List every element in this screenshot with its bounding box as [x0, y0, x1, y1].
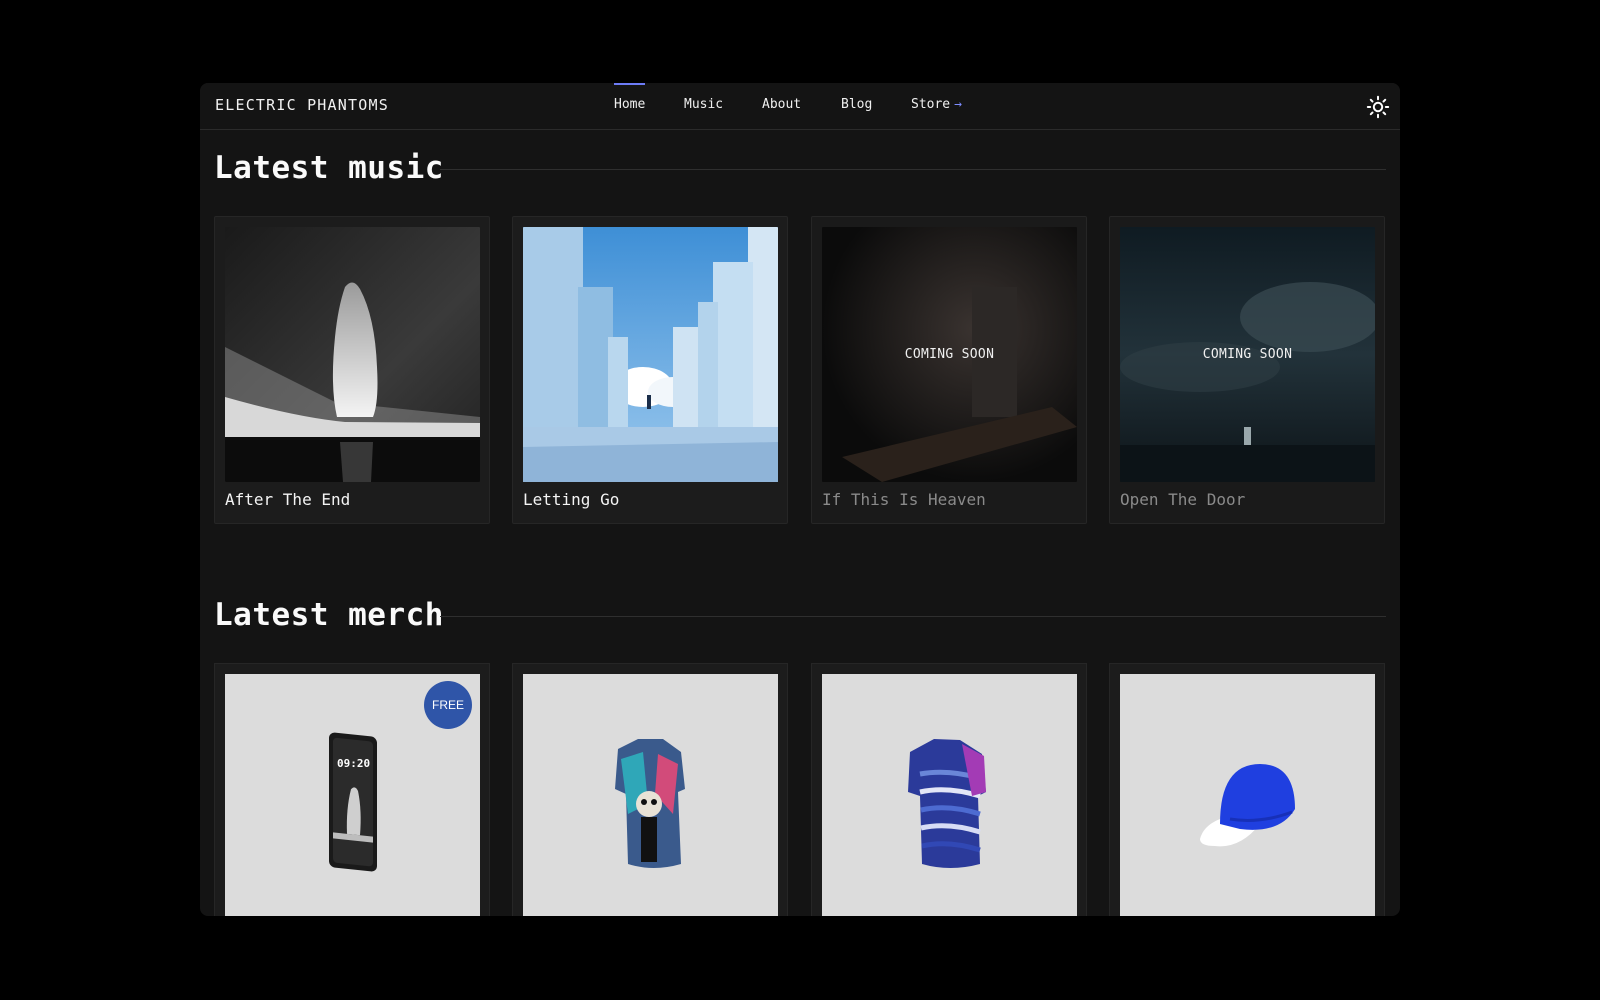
- album-art-after-the-end: [225, 227, 480, 482]
- merch-image-cap: [1120, 674, 1375, 916]
- nav-home[interactable]: Home: [614, 83, 646, 112]
- nav-store[interactable]: Store →: [911, 97, 962, 112]
- music-card-title: Open The Door: [1120, 490, 1246, 509]
- music-section-heading: Latest music: [214, 150, 1386, 190]
- music-card-title: After The End: [225, 490, 351, 509]
- merch-card-t-shirt-skull[interactable]: [512, 663, 788, 916]
- merch-image-t-shirt-skull: [523, 674, 778, 916]
- music-card-if-this-is-heaven[interactable]: COMING SOON If This Is Heaven: [811, 216, 1087, 524]
- album-art-letting-go: [523, 227, 778, 482]
- nav-store-label: Store: [911, 97, 951, 112]
- nav-about[interactable]: About: [762, 97, 801, 112]
- album-art-open-the-door: COMING SOON: [1120, 227, 1375, 482]
- merch-card-cap[interactable]: [1109, 663, 1385, 916]
- merch-section-title: Latest merch: [214, 597, 444, 633]
- music-card-open-the-door[interactable]: COMING SOON Open The Door: [1109, 216, 1385, 524]
- nav-links: Home Music About Blog Store →: [200, 83, 1400, 130]
- music-card-after-the-end[interactable]: After The End: [214, 216, 490, 524]
- free-badge: FREE: [424, 681, 472, 729]
- music-section-title: Latest music: [214, 150, 444, 186]
- music-section-divider: [440, 169, 1386, 170]
- nav-music[interactable]: Music: [684, 97, 723, 112]
- theme-toggle-button[interactable]: [1366, 95, 1390, 119]
- merch-card-phone-wallpaper[interactable]: 09:20 FREE: [214, 663, 490, 916]
- nav-blog[interactable]: Blog: [841, 97, 872, 112]
- merch-image-phone-wallpaper: 09:20 FREE: [225, 674, 480, 916]
- album-art-if-this-is-heaven: COMING SOON: [822, 227, 1077, 482]
- merch-section-divider: [440, 616, 1386, 617]
- coming-soon-label: COMING SOON: [904, 347, 995, 362]
- music-card-letting-go[interactable]: Letting Go: [512, 216, 788, 524]
- merch-image-t-shirt-stripes: [822, 674, 1077, 916]
- merch-section-heading: Latest merch: [214, 597, 1386, 637]
- coming-soon-label: COMING SOON: [1202, 347, 1293, 362]
- music-card-title: If This Is Heaven: [822, 490, 986, 509]
- music-card-title: Letting Go: [523, 490, 620, 509]
- sun-icon: [1366, 95, 1390, 119]
- top-navigation: ELECTRIC PHANTOMS Home Music About Blog …: [200, 83, 1400, 130]
- browser-window: ELECTRIC PHANTOMS Home Music About Blog …: [200, 83, 1400, 916]
- phone-clock: 09:20: [337, 757, 370, 770]
- arrow-right-icon: →: [954, 97, 962, 112]
- merch-card-t-shirt-stripes[interactable]: [811, 663, 1087, 916]
